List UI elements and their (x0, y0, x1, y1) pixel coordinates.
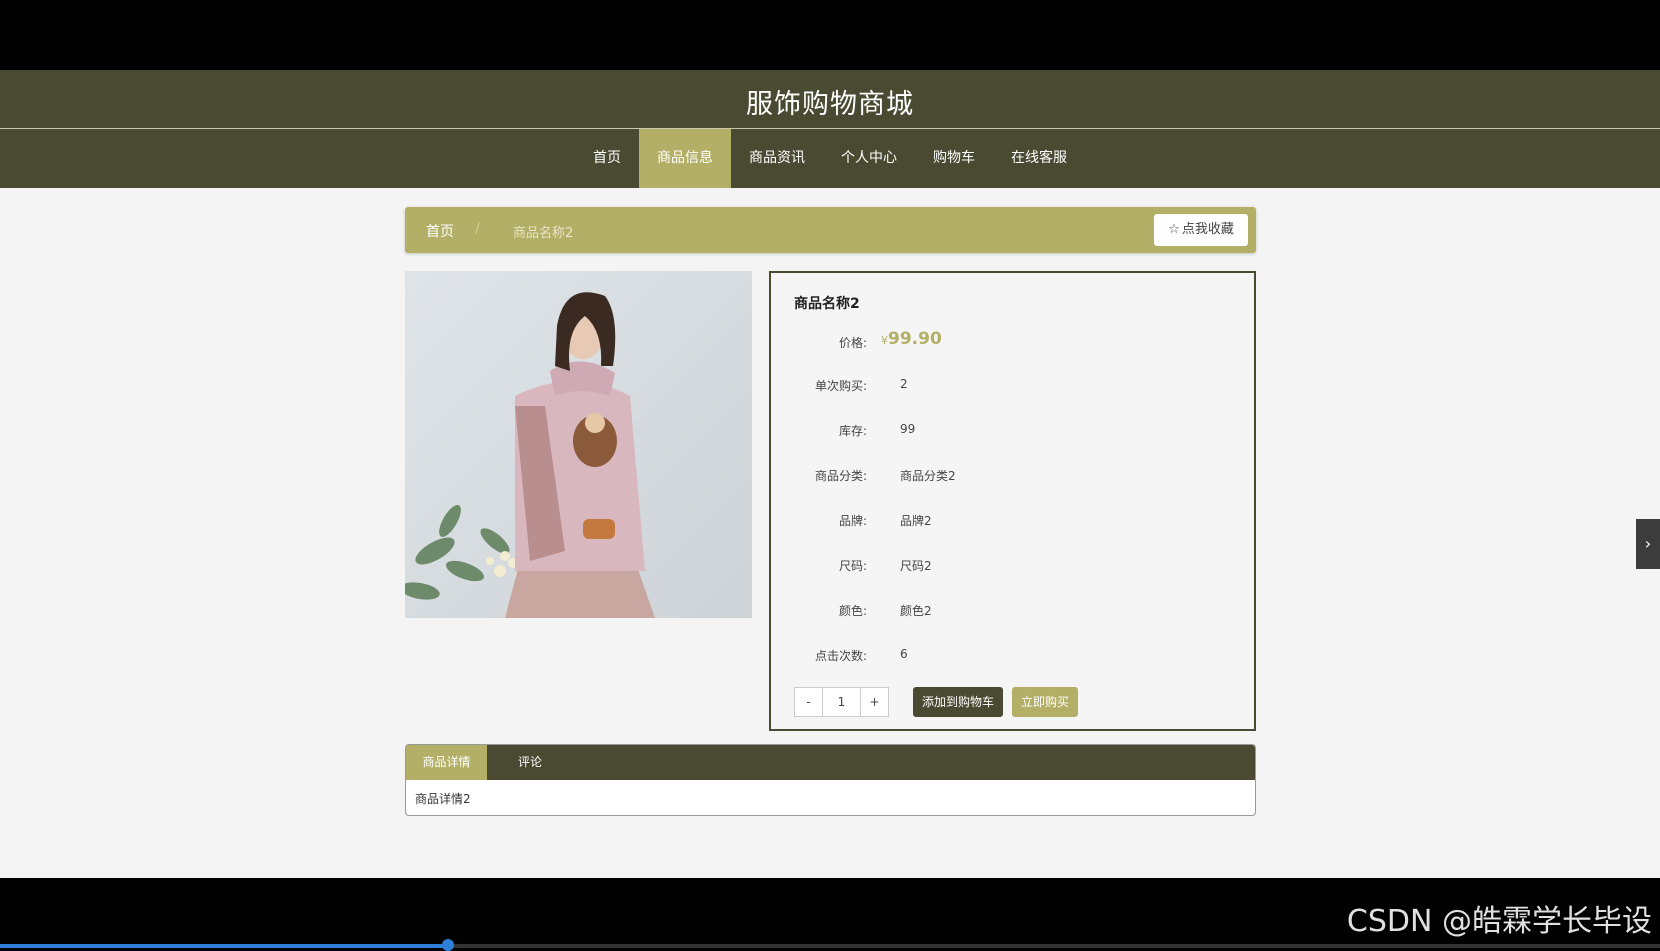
quantity-decrease-button[interactable]: - (794, 687, 823, 717)
nav-item-support[interactable]: 在线客服 (993, 129, 1085, 188)
breadcrumb: 首页 / 商品名称2 ☆ 点我收藏 (405, 207, 1256, 253)
purchase-limit-value: 2 (900, 377, 908, 391)
quantity-input[interactable] (822, 687, 861, 717)
nav-item-profile[interactable]: 个人中心 (823, 129, 915, 188)
breadcrumb-home-link[interactable]: 首页 (426, 221, 454, 241)
stock-value: 99 (900, 422, 916, 436)
price-value: ¥99.90 (881, 329, 942, 349)
main-nav: 首页 商品信息 商品资讯 个人中心 购物车 在线客服 (0, 129, 1660, 188)
brand-value: 品牌2 (900, 514, 932, 528)
price-amount: 99.90 (888, 329, 942, 349)
nav-item-products[interactable]: 商品信息 (639, 129, 731, 188)
video-letterbox-top (0, 0, 1660, 70)
brand-label: 品牌: (838, 514, 867, 528)
watermark: CSDN @皓霖学长毕设 (1346, 904, 1652, 939)
quantity-increase-button[interactable]: + (860, 687, 889, 717)
tab-details[interactable]: 商品详情 (406, 745, 487, 780)
stock-label: 库存: (838, 424, 867, 438)
tab-comments[interactable]: 评论 (487, 745, 573, 780)
tab-bar: 商品详情 评论 (406, 745, 1255, 780)
nav-item-home[interactable]: 首页 (575, 129, 639, 188)
price-label: 价格: (838, 336, 867, 350)
clicks-label: 点击次数: (814, 649, 867, 663)
purchase-limit-label: 单次购买: (814, 379, 867, 393)
size-value: 尺码2 (900, 559, 932, 573)
breadcrumb-separator: / (475, 221, 480, 237)
add-to-cart-button[interactable]: 添加到购物车 (913, 687, 1003, 717)
price-currency: ¥ (881, 334, 888, 347)
product-info-panel: 商品名称2 价格: ¥99.90 单次购买: 2 库存: 99 商品分类: 商品… (769, 271, 1256, 731)
category-value: 商品分类2 (900, 469, 956, 483)
star-outline-icon: ☆ (1168, 222, 1180, 237)
size-label: 尺码: (838, 559, 867, 573)
product-name: 商品名称2 (794, 296, 860, 312)
site-title: 服饰购物商城 (746, 89, 914, 120)
breadcrumb-current: 商品名称2 (513, 226, 574, 241)
buy-now-button[interactable]: 立即购买 (1012, 687, 1078, 717)
video-progress-fill (0, 944, 449, 948)
nav-item-news[interactable]: 商品资讯 (731, 129, 823, 188)
detail-panel: 商品详情 评论 商品详情2 (405, 744, 1256, 816)
favorite-button[interactable]: ☆ 点我收藏 (1154, 214, 1248, 246)
chevron-right-icon[interactable]: › (1636, 519, 1660, 569)
nav-item-cart[interactable]: 购物车 (915, 129, 993, 188)
detail-content: 商品详情2 (415, 792, 471, 806)
clicks-value: 6 (900, 647, 908, 661)
page: 服饰购物商城 首页 商品信息 商品资讯 个人中心 购物车 在线客服 首页 / 商品名称2 … (0, 70, 1660, 878)
video-progress-handle[interactable] (442, 939, 455, 951)
favorite-label: 点我收藏 (1181, 222, 1234, 237)
site-header: 服饰购物商城 (0, 70, 1660, 129)
product-image (405, 271, 752, 618)
color-label: 颜色: (838, 604, 867, 618)
category-label: 商品分类: (814, 469, 867, 483)
color-value: 颜色2 (900, 604, 932, 618)
